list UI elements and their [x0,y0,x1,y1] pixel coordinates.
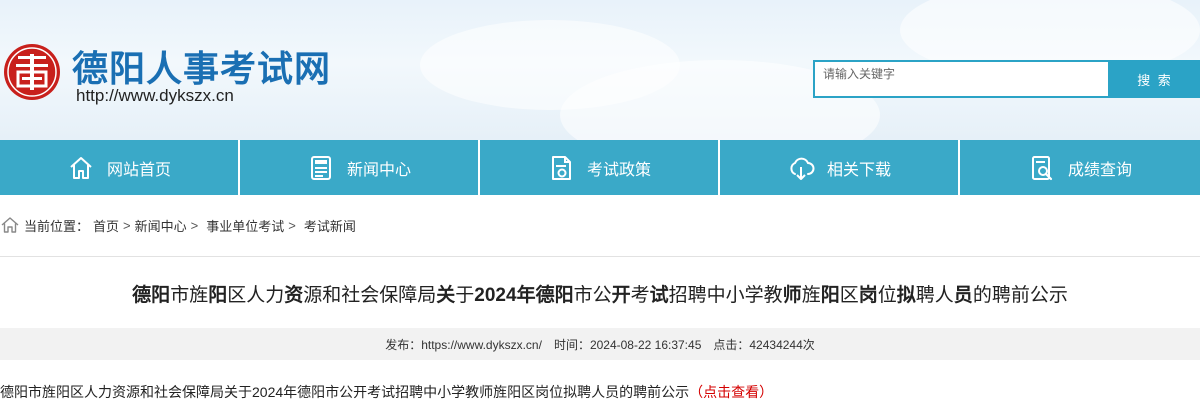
article-body: 德阳市旌阳区人力资源和社会保障局关于2024年德阳市公开考试招聘中小学教师旌阳区… [0,382,1200,400]
article-title-segment: 区 [839,285,859,306]
article-title-segment: 阳 [208,285,228,306]
site-url: http://www.dykszx.cn [76,86,234,105]
article-title-segment: 资 [284,285,304,306]
cloud-download-icon [790,157,815,180]
article-title: 德阳市旌阳区人力资源和社会保障局关于2024年德阳市公开考试招聘中小学教师旌阳区… [0,280,1200,307]
article-title-segment: 市旌 [170,285,209,306]
divider [0,256,1200,257]
article-title-segment: 开 [611,285,631,306]
breadcrumb-separator: > [123,217,131,233]
seal-logo-icon[interactable] [2,42,62,102]
article-title-segment: 德阳 [132,285,171,306]
article-title-segment: 源和社会保障局 [303,285,437,306]
article-title-segment: 员 [953,285,973,306]
nav-item-downloads[interactable]: 相关下载 [720,140,960,195]
article-title-segment: 区人力 [227,285,285,306]
article-title-segment: 2024年 [474,285,536,306]
meta-publisher: 发布：https://www.dykszx.cn/ [385,337,542,352]
nav-item-label: 相关下载 [826,161,891,179]
article-title-segment: 关 [436,285,456,306]
meta-clicks: 点击：42434244次 [713,337,815,352]
breadcrumb-prefix: 当前位置： [24,218,90,234]
main-nav: 网站首页 新闻中心 考试政策 相关下载 成绩查询 [0,140,1200,195]
nav-item-label: 新闻中心 [346,161,411,179]
article-title-segment: 师 [782,285,802,306]
article-title-segment: 于 [455,285,475,306]
article-title-segment: 的聘前公示 [972,285,1068,306]
article-title-segment: 聘人 [915,285,954,306]
breadcrumb-separator: > [190,217,199,233]
home-icon [70,156,92,179]
article-title-segment: 试 [649,285,669,306]
article-body-text: 德阳市旌阳区人力资源和社会保障局关于2024年德阳市公开考试招聘中小学教师旌阳区… [0,384,690,400]
document-icon [551,155,571,180]
breadcrumb-item-current[interactable]: 考试新闻 [304,216,356,235]
breadcrumb-item-home[interactable]: 首页 [93,216,119,235]
search-button[interactable]: 搜 索 [1110,60,1200,98]
search-input[interactable]: 请输入关键字 [813,60,1110,98]
article-title-segment: 位 [877,285,897,306]
meta-time: 时间：2024-08-22 16:37:45 [553,337,702,352]
view-link[interactable]: （点击查看） [689,384,773,400]
article-title-segment: 招聘中小学教 [668,285,783,306]
article-title-segment: 考 [630,285,650,306]
site-title[interactable]: 德阳人事考试网 [72,40,331,92]
home-outline-icon [1,217,19,233]
nav-item-score-query[interactable]: 成绩查询 [960,140,1200,195]
article-title-segment: 旌 [801,285,821,306]
nav-item-label: 成绩查询 [1067,161,1132,179]
breadcrumb-separator: > [288,217,296,233]
news-icon [310,155,331,180]
search-document-icon [1031,155,1053,180]
site-header: 德阳人事考试网 http://www.dykszx.cn 请输入关键字 搜 索 [0,0,1200,140]
breadcrumb: 当前位置： 首页 > 新闻中心 > 事业单位考试 > 考试新闻 [0,210,1200,240]
article-title-segment: 岗 [858,285,878,306]
nav-item-label: 考试政策 [586,161,651,179]
nav-item-exam-policy[interactable]: 考试政策 [480,140,720,195]
article-title-segment: 拟 [896,285,916,306]
nav-item-news[interactable]: 新闻中心 [240,140,480,195]
article-title-segment: 阳 [820,285,840,306]
breadcrumb-item-category[interactable]: 事业单位考试 [206,216,284,235]
article-meta: 发布：https://www.dykszx.cn/ 时间：2024-08-22 … [0,328,1200,360]
article-title-segment: 德阳 [535,285,574,306]
article-title-segment: 市公 [573,285,612,306]
breadcrumb-item-news[interactable]: 新闻中心 [135,216,187,235]
nav-item-home[interactable]: 网站首页 [0,140,240,195]
nav-item-label: 网站首页 [106,161,171,179]
